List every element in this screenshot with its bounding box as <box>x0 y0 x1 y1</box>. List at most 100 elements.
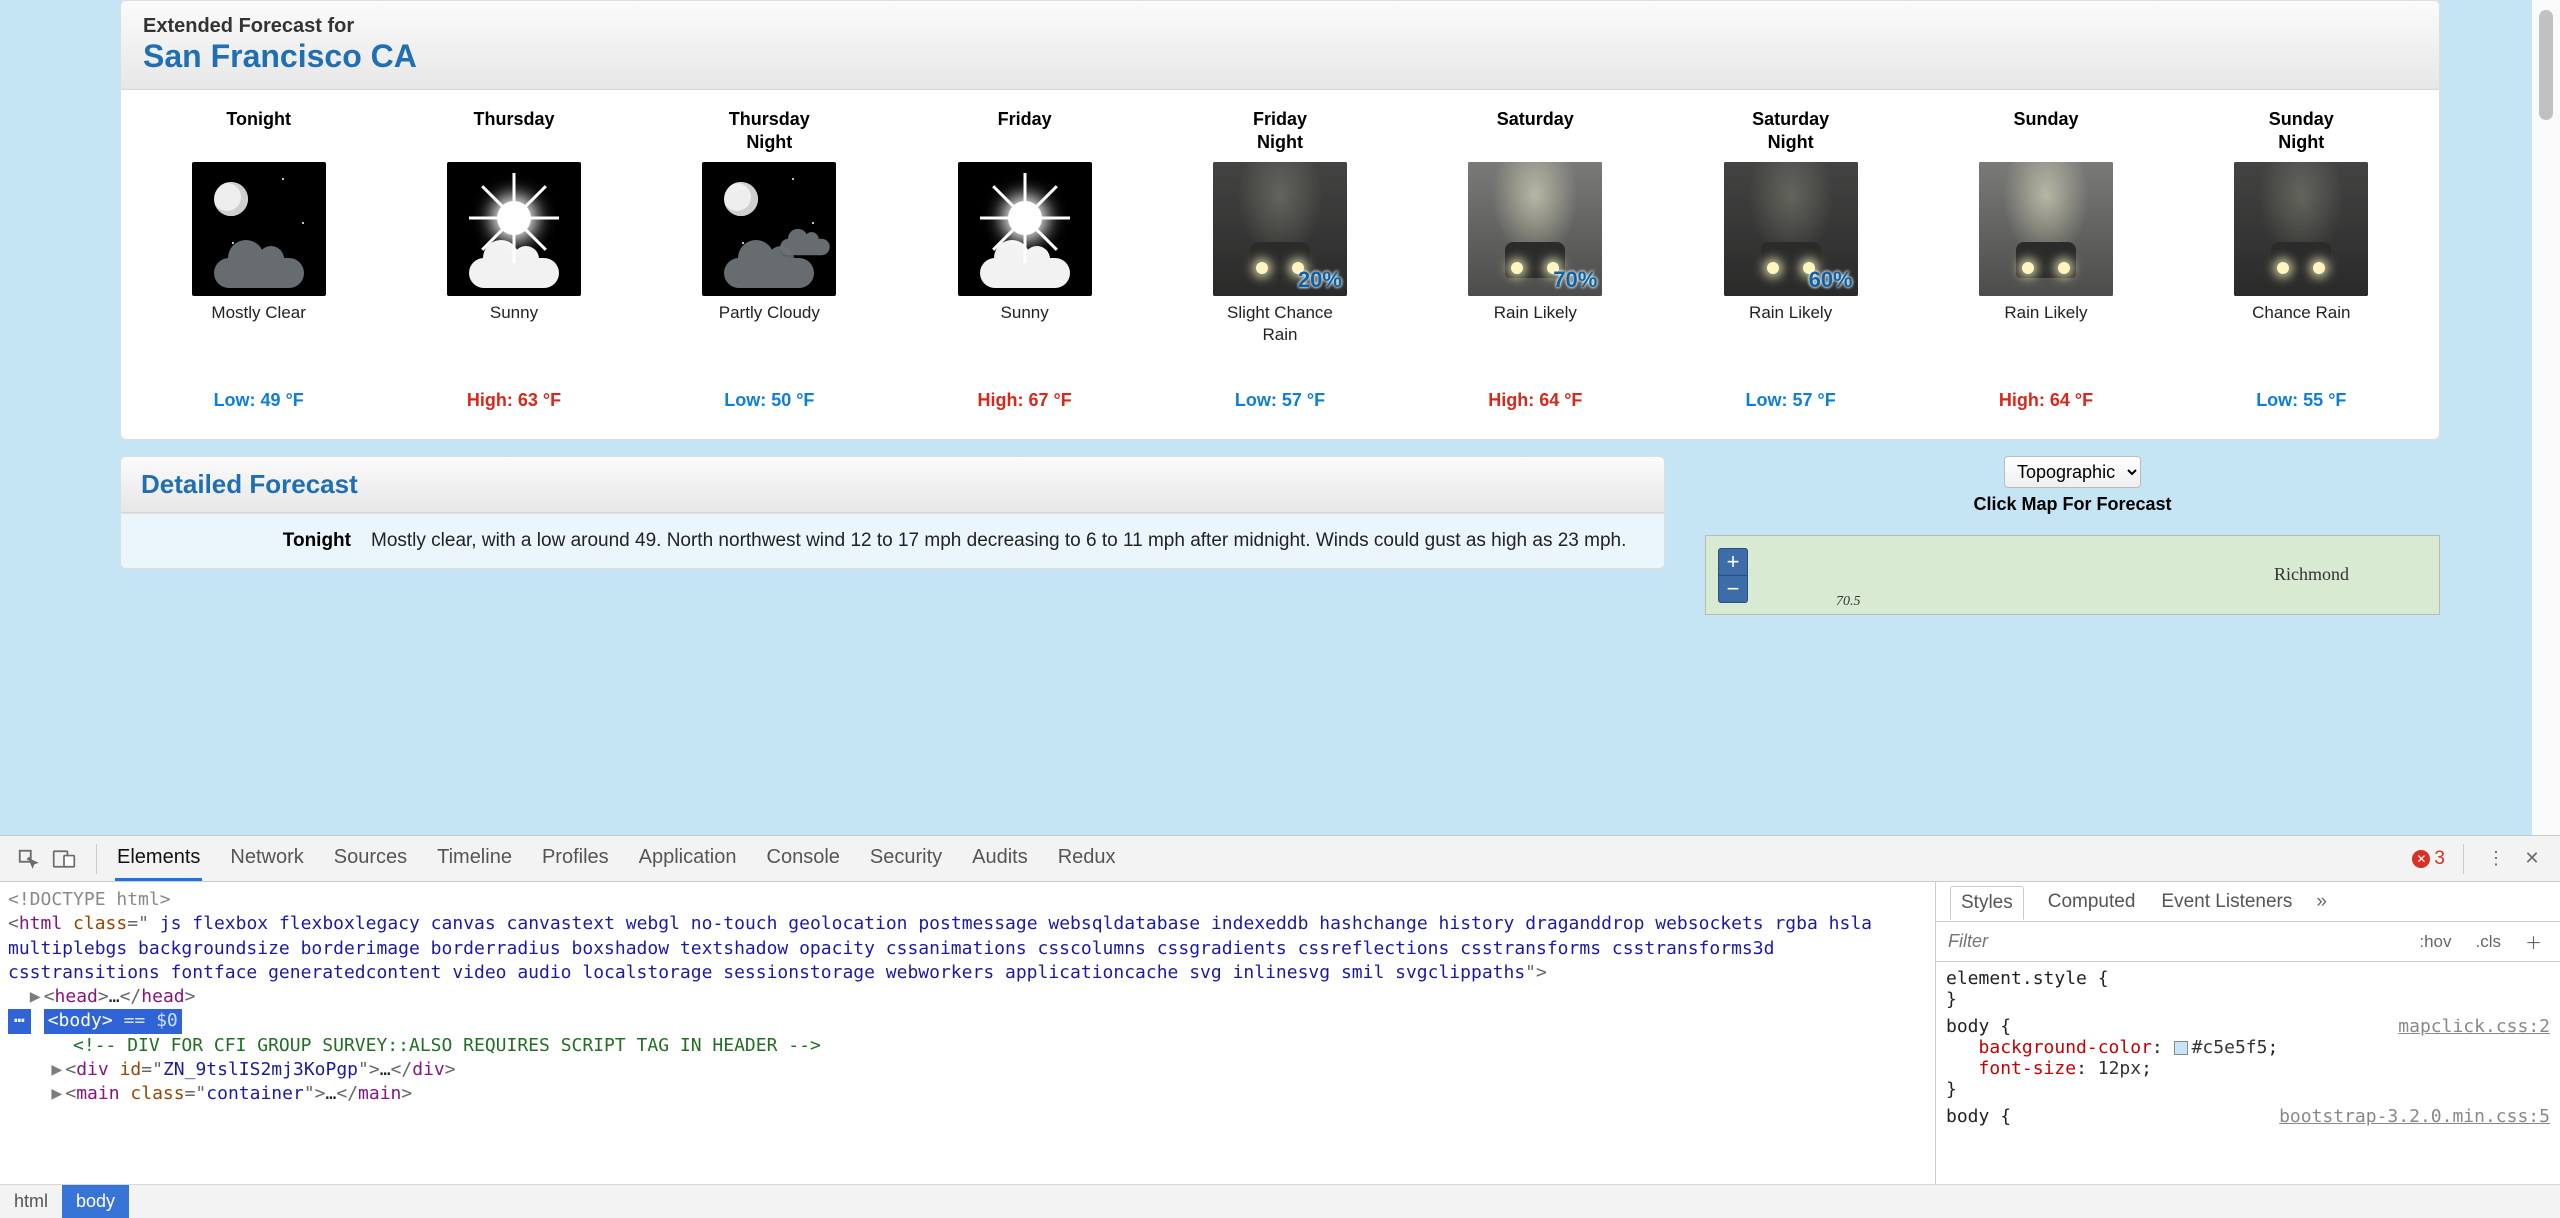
forecast-condition: Rain Likely <box>2004 302 2087 352</box>
forecast-city: San Francisco CA <box>143 38 2417 75</box>
add-rule-icon[interactable]: ＋ <box>2519 927 2548 956</box>
dom-head[interactable]: ▶<head>…</head> <box>8 985 1935 1009</box>
forecast-condition: Mostly Clear <box>211 302 305 352</box>
map-city-label: Richmond <box>2274 564 2349 585</box>
detailed-forecast-header: Detailed Forecast <box>121 457 1664 513</box>
forecast-icon <box>192 162 326 296</box>
forecast-day[interactable]: Saturday 70% Rain Likely High: 64 °F <box>1408 108 1663 411</box>
forecast-condition: Chance Rain <box>2252 302 2350 352</box>
devtools-panel: Elements Network Sources Timeline Profiles Ap… <box>0 836 2560 1218</box>
map-layer-select[interactable]: Topographic <box>2004 456 2141 488</box>
detailed-forecast-body: Tonight Mostly clear, with a low around … <box>121 513 1664 568</box>
devtools-close-icon[interactable]: ✕ <box>2518 845 2546 873</box>
color-swatch-icon[interactable] <box>2174 1041 2188 1055</box>
forecast-condition: Rain Likely <box>1749 302 1832 352</box>
styles-tab-styles[interactable]: Styles <box>1950 886 2024 920</box>
precip-percent: 70% <box>1553 267 1597 293</box>
styles-tabs-overflow-icon[interactable]: » <box>2316 891 2327 913</box>
dom-main[interactable]: ▶<main class="container">…</main> <box>8 1082 1935 1106</box>
zoom-in-icon[interactable]: + <box>1719 549 1747 576</box>
devtools-tab-audits[interactable]: Audits <box>970 836 1030 881</box>
forecast-day-label: Saturday Night <box>1748 108 1833 156</box>
hov-toggle[interactable]: :hov <box>2413 930 2457 954</box>
devtools-tab-elements[interactable]: Elements <box>115 836 202 881</box>
forecast-temp: High: 64 °F <box>1488 390 1582 411</box>
forecast-day[interactable]: Friday Night 20% Slight Chance Rain Low: 57… <box>1152 108 1407 411</box>
forecast-icon <box>702 162 836 296</box>
forecast-temp: Low: 57 °F <box>1235 390 1325 411</box>
devtools-tab-timeline[interactable]: Timeline <box>435 836 514 881</box>
forecast-condition: Slight Chance Rain <box>1227 302 1333 352</box>
forecast-day-label: Tonight <box>222 108 295 156</box>
forecast-day[interactable]: Saturday Night 60% Rain Likely Low: 57 °F <box>1663 108 1918 411</box>
dom-doctype: <!DOCTYPE html> <box>8 889 171 910</box>
dom-comment: <!-- DIV FOR CFI GROUP SURVEY::ALSO REQU… <box>8 1034 1935 1058</box>
styles-filter-input[interactable] <box>1948 931 2401 952</box>
device-toolbar-icon[interactable] <box>50 845 78 873</box>
inspect-element-icon[interactable] <box>14 845 42 873</box>
map-contour-label: 70.5 <box>1836 594 1861 610</box>
forecast-condition: Sunny <box>490 302 538 352</box>
styles-rules[interactable]: element.style { } mapclick.css:2body { b… <box>1936 962 2560 1184</box>
map-zoom-controls[interactable]: + − <box>1718 548 1748 603</box>
dom-body-selected[interactable]: ⋯ ▼<body> == $0 <box>8 1009 1935 1033</box>
breadcrumb-body[interactable]: body <box>62 1185 129 1218</box>
forecast-day[interactable]: Tonight Mostly Clear Low: 49 °F <box>131 108 386 411</box>
dom-html-open: <html class=" js flexbox flexboxlegacy c… <box>8 912 1935 985</box>
forecast-icon <box>447 162 581 296</box>
extended-forecast-header: Extended Forecast for San Francisco CA <box>121 1 2439 90</box>
forecast-day[interactable]: ThursdaySunnyHigh: 63 °F <box>386 108 641 411</box>
devtools-tab-network[interactable]: Network <box>228 836 305 881</box>
precip-percent: 60% <box>1809 267 1853 293</box>
dom-breadcrumb[interactable]: htmlbody <box>0 1184 2560 1218</box>
styles-tabs: Styles Computed Event Listeners » <box>1936 882 2560 922</box>
detailed-forecast-title: Detailed Forecast <box>141 469 1644 500</box>
forecast-icon: 20% <box>1213 162 1347 296</box>
forecast-temp: Low: 55 °F <box>2256 390 2346 411</box>
forecast-condition: Rain Likely <box>1494 302 1577 352</box>
zoom-out-icon[interactable]: − <box>1719 576 1747 602</box>
forecast-temp: Low: 49 °F <box>214 390 304 411</box>
breadcrumb-html[interactable]: html <box>0 1185 62 1218</box>
devtools-tab-application[interactable]: Application <box>637 836 739 881</box>
error-count-badge[interactable]: ✕ 3 <box>2412 848 2445 870</box>
devtools-tab-sources[interactable]: Sources <box>332 836 409 881</box>
rule-source-link[interactable]: bootstrap-3.2.0.min.css:5 <box>2279 1106 2550 1127</box>
dom-tree[interactable]: <!DOCTYPE html> <html class=" js flexbox… <box>0 882 1936 1184</box>
forecast-icon <box>958 162 1092 296</box>
map-sidebar: Topographic Click Map For Forecast + − R… <box>1705 456 2440 615</box>
detail-period-text: Mostly clear, with a low around 49. Nort… <box>371 528 1644 554</box>
forecast-subtitle: Extended Forecast for <box>143 15 2417 38</box>
forecast-day[interactable]: Thursday NightPartly CloudyLow: 50 °F <box>642 108 897 411</box>
forecast-day-label: Saturday <box>1493 108 1578 156</box>
forecast-day-label: Thursday <box>469 108 558 156</box>
rule-source-link[interactable]: mapclick.css:2 <box>2398 1016 2550 1037</box>
styles-tab-event-listeners[interactable]: Event Listeners <box>2159 891 2294 913</box>
page-scrollbar[interactable] <box>2532 0 2560 836</box>
forecast-day-label: Friday Night <box>1249 108 1311 156</box>
forecast-day-label: Sunday Night <box>2265 108 2338 156</box>
forecast-icon: 70% <box>1468 162 1602 296</box>
styles-pane: Styles Computed Event Listeners » :hov .cls… <box>1936 882 2560 1184</box>
forecast-day[interactable]: SundayRain LikelyHigh: 64 °F <box>1918 108 2173 411</box>
forecast-row: Tonight Mostly Clear Low: 49 °F Thursday Sun… <box>121 90 2439 439</box>
devtools-tabs: Elements Network Sources Timeline Profiles Ap… <box>115 836 1118 881</box>
devtools-tab-console[interactable]: Console <box>765 836 842 881</box>
devtools-tab-security[interactable]: Security <box>868 836 944 881</box>
forecast-map[interactable]: + − Richmond 70.5 <box>1705 535 2440 615</box>
forecast-icon: 60% <box>1724 162 1858 296</box>
cls-toggle[interactable]: .cls <box>2470 930 2508 954</box>
detail-row: Tonight Mostly clear, with a low around … <box>141 528 1644 554</box>
devtools-tab-redux[interactable]: Redux <box>1056 836 1118 881</box>
forecast-day-label: Sunday <box>2009 108 2082 156</box>
dom-survey-div[interactable]: ▶<div id="ZN_9tslIS2mj3KoPgp">…</div> <box>8 1058 1935 1082</box>
forecast-day[interactable]: Sunday Night Chance Rain Low: 55 °F <box>2174 108 2429 411</box>
forecast-temp: Low: 57 °F <box>1746 390 1836 411</box>
devtools-more-icon[interactable]: ⋮ <box>2482 845 2510 873</box>
devtools-tab-profiles[interactable]: Profiles <box>540 836 611 881</box>
forecast-day[interactable]: FridaySunnyHigh: 67 °F <box>897 108 1152 411</box>
detailed-forecast-panel: Detailed Forecast Tonight Mostly clear, … <box>120 456 1665 569</box>
forecast-icon <box>1979 162 2113 296</box>
forecast-day-label: Thursday Night <box>725 108 814 156</box>
styles-tab-computed[interactable]: Computed <box>2046 891 2138 913</box>
